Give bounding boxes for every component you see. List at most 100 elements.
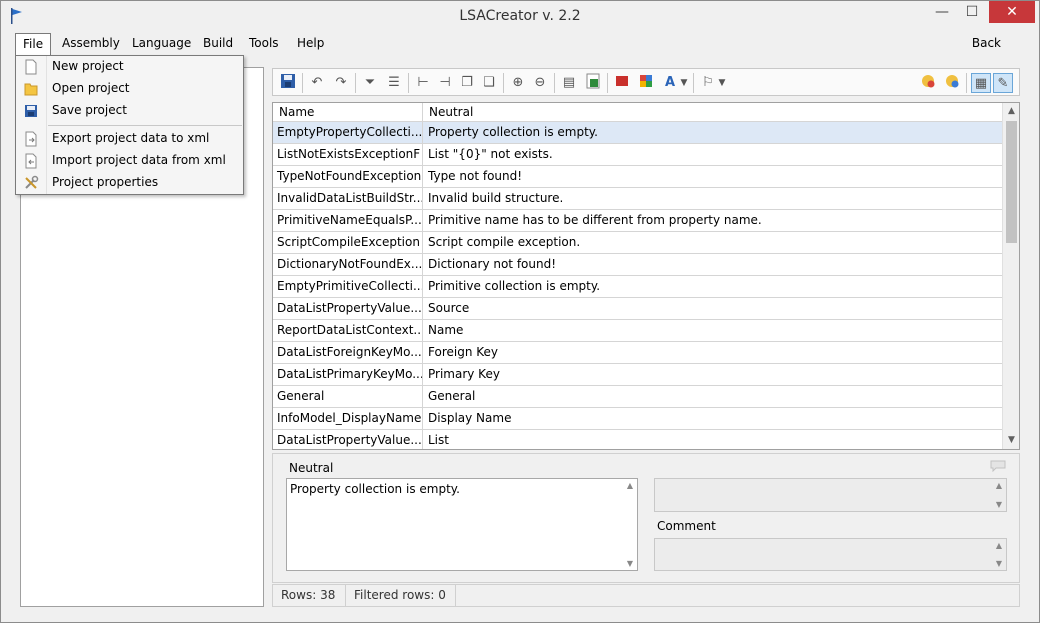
cell-name[interactable]: PrimitiveNameEqualsP...: [273, 210, 423, 231]
cell-name[interactable]: EmptyPropertyCollecti...: [273, 122, 423, 143]
table-row[interactable]: ListNotExistsExceptionF List "{0}" not ex…: [273, 144, 1003, 166]
table-row[interactable]: EmptyPrimitiveCollecti... Primitive colle…: [273, 276, 1003, 298]
cell-name[interactable]: EmptyPrimitiveCollecti...: [273, 276, 423, 297]
scroll-down-icon[interactable]: ▼: [1003, 432, 1019, 449]
cell-name[interactable]: ListNotExistsExceptionF: [273, 144, 423, 165]
cell-neutral[interactable]: General: [423, 386, 1003, 407]
save-icon[interactable]: [278, 73, 298, 93]
scroll-up-icon[interactable]: ▲: [1003, 103, 1019, 120]
excel-icon[interactable]: [583, 73, 603, 93]
redo-icon[interactable]: ↷: [331, 73, 351, 93]
menu-item-new-project[interactable]: New project: [16, 56, 243, 78]
close-button[interactable]: ✕: [989, 1, 1035, 23]
scroll-up-icon[interactable]: ▲: [992, 541, 1006, 550]
table-row[interactable]: General General: [273, 386, 1003, 408]
cell-neutral[interactable]: Primitive collection is empty.: [423, 276, 1003, 297]
insert-column-icon[interactable]: ⊣: [435, 73, 455, 93]
document-icon[interactable]: ▤: [559, 73, 579, 93]
import-language-icon[interactable]: [918, 73, 938, 93]
table-row[interactable]: PrimitiveNameEqualsP... Primitive name ha…: [273, 210, 1003, 232]
comment-text-area[interactable]: ▲ ▼: [654, 538, 1007, 571]
cell-name[interactable]: ReportDataListContext...: [273, 320, 423, 341]
edit-view-icon[interactable]: ✎: [993, 73, 1013, 93]
cell-name[interactable]: General: [273, 386, 423, 407]
menu-tools[interactable]: Tools: [242, 33, 286, 55]
dictionary-icon[interactable]: [612, 73, 632, 93]
chevron-down-icon[interactable]: ▼: [678, 73, 690, 93]
cell-name[interactable]: InfoModel_DisplayName: [273, 408, 423, 429]
cell-neutral[interactable]: Type not found!: [423, 166, 1003, 187]
table-row[interactable]: DataListPrimaryKeyMo... Primary Key: [273, 364, 1003, 386]
grid-view-icon[interactable]: ▦: [971, 73, 991, 93]
flag-icon[interactable]: ⚐: [698, 73, 718, 93]
cell-name[interactable]: TypeNotFoundException: [273, 166, 423, 187]
menu-assembly[interactable]: Assembly: [55, 33, 127, 55]
menu-item-project-properties[interactable]: Project properties: [16, 172, 243, 194]
cell-name[interactable]: ScriptCompileException: [273, 232, 423, 253]
zoom-in-icon[interactable]: ⊕: [508, 73, 528, 93]
scrollbar-thumb[interactable]: [1006, 121, 1017, 243]
textarea-scrollbar[interactable]: ▲ ▼: [992, 479, 1006, 511]
scroll-down-icon[interactable]: ▼: [992, 559, 1006, 568]
table-row[interactable]: DataListForeignKeyMo... Foreign Key: [273, 342, 1003, 364]
font-icon[interactable]: A: [660, 73, 680, 93]
cell-neutral[interactable]: Dictionary not found!: [423, 254, 1003, 275]
maximize-button[interactable]: ☐: [957, 1, 987, 23]
table-row[interactable]: DictionaryNotFoundEx... Dictionary not fo…: [273, 254, 1003, 276]
menu-help[interactable]: Help: [290, 33, 331, 55]
column-header-name[interactable]: Name: [273, 103, 423, 122]
back-button[interactable]: Back: [972, 33, 1001, 55]
cell-name[interactable]: DataListForeignKeyMo...: [273, 342, 423, 363]
cell-neutral[interactable]: Foreign Key: [423, 342, 1003, 363]
cell-name[interactable]: DictionaryNotFoundEx...: [273, 254, 423, 275]
insert-row-icon[interactable]: ⊢: [413, 73, 433, 93]
cell-name[interactable]: DataListPropertyValue...: [273, 298, 423, 319]
scroll-down-icon[interactable]: ▼: [992, 500, 1006, 509]
cell-neutral[interactable]: Property collection is empty.: [423, 122, 1003, 143]
menu-build[interactable]: Build: [196, 33, 240, 55]
table-row[interactable]: InvalidDataListBuildStr... Invalid build …: [273, 188, 1003, 210]
grid-vertical-scrollbar[interactable]: ▲ ▼: [1002, 103, 1019, 449]
cell-neutral[interactable]: Source: [423, 298, 1003, 319]
table-row[interactable]: InfoModel_DisplayName Display Name: [273, 408, 1003, 430]
cell-neutral[interactable]: Display Name: [423, 408, 1003, 429]
filter-icon[interactable]: ⏷: [360, 73, 380, 93]
paste-icon[interactable]: ❑: [479, 73, 499, 93]
cell-neutral[interactable]: Name: [423, 320, 1003, 341]
export-language-icon[interactable]: [942, 73, 962, 93]
table-row[interactable]: ScriptCompileException Script compile exc…: [273, 232, 1003, 254]
scroll-up-icon[interactable]: ▲: [623, 481, 637, 490]
zoom-out-icon[interactable]: ⊖: [530, 73, 550, 93]
table-row[interactable]: ReportDataListContext... Name: [273, 320, 1003, 342]
table-row[interactable]: TypeNotFoundException Type not found!: [273, 166, 1003, 188]
table-row[interactable]: DataListPropertyValue... Source: [273, 298, 1003, 320]
menu-item-open-project[interactable]: Open project: [16, 78, 243, 100]
translate-icon[interactable]: [636, 73, 656, 93]
comment-icon[interactable]: [990, 460, 1006, 472]
cell-neutral[interactable]: Primitive name has to be different from …: [423, 210, 1003, 231]
cell-name[interactable]: InvalidDataListBuildStr...: [273, 188, 423, 209]
undo-icon[interactable]: ↶: [307, 73, 327, 93]
cell-neutral[interactable]: List "{0}" not exists.: [423, 144, 1003, 165]
cell-neutral[interactable]: Script compile exception.: [423, 232, 1003, 253]
menu-item-save-project[interactable]: Save project: [16, 100, 243, 122]
textarea-scrollbar[interactable]: ▲ ▼: [992, 539, 1006, 570]
translation-text-area[interactable]: ▲ ▼: [654, 478, 1007, 512]
chevron-down-icon[interactable]: ▼: [716, 73, 728, 93]
minimize-button[interactable]: —: [927, 1, 957, 23]
menu-language[interactable]: Language: [125, 33, 198, 55]
scroll-up-icon[interactable]: ▲: [992, 481, 1006, 490]
column-header-neutral[interactable]: Neutral: [423, 103, 1003, 122]
menu-item-export-xml[interactable]: Export project data to xml: [16, 128, 243, 150]
cell-name[interactable]: DataListPrimaryKeyMo...: [273, 364, 423, 385]
table-row[interactable]: DataListPropertyValue... List: [273, 430, 1003, 449]
neutral-text-area[interactable]: Property collection is empty. ▲ ▼: [286, 478, 638, 571]
table-row[interactable]: EmptyPropertyCollecti... Property collect…: [273, 122, 1003, 144]
menu-file[interactable]: File: [15, 33, 52, 55]
cell-neutral[interactable]: Primary Key: [423, 364, 1003, 385]
cell-name[interactable]: DataListPropertyValue...: [273, 430, 423, 449]
scroll-down-icon[interactable]: ▼: [623, 559, 637, 568]
cell-neutral[interactable]: List: [423, 430, 1003, 449]
list-icon[interactable]: ☰: [384, 73, 404, 93]
textarea-scrollbar[interactable]: ▲ ▼: [623, 479, 637, 570]
